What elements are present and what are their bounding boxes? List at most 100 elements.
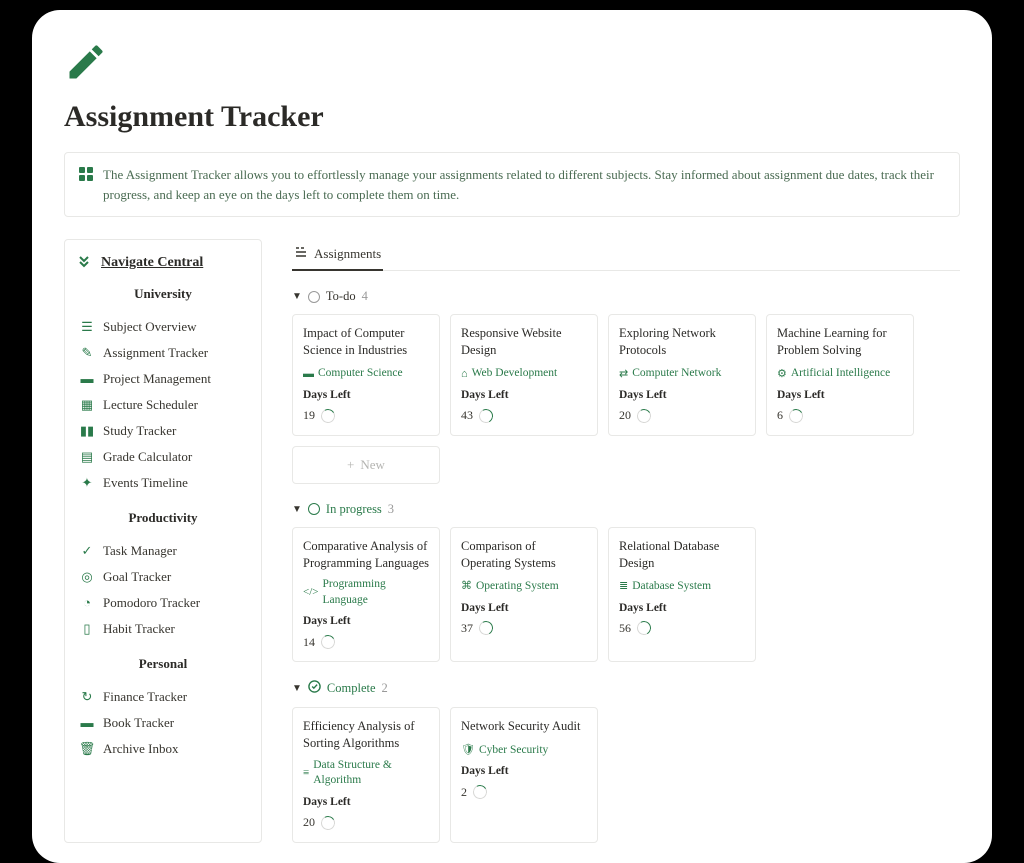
days-left-row: 43 [461,407,587,423]
subject-icon: 🛡 [461,743,475,758]
nav-icon: ✓ [79,543,95,559]
assignment-card[interactable]: Machine Learning for Problem Solving⚙Art… [766,314,914,436]
sidebar-item-assignment-tracker[interactable]: ✎Assignment Tracker [77,340,249,366]
nav-icon: ▬ [79,371,95,387]
card-title: Comparative Analysis of Programming Lang… [303,538,429,572]
nav-label: Archive Inbox [103,741,178,757]
card-title: Comparison of Operating Systems [461,538,587,572]
sidebar-section-title: Personal [77,656,249,672]
group-header-inprogress[interactable]: ▼In progress3 [292,502,960,517]
group-label: Complete [327,681,376,696]
assignment-card[interactable]: Relational Database Design ≣Database Syst… [608,527,756,662]
list-icon [294,245,308,263]
subject-icon: </> [303,585,318,600]
days-left-label: Days Left [461,388,587,404]
sidebar-item-study-tracker[interactable]: ▮▮Study Tracker [77,418,249,444]
subject-tag: </>Programming Language [303,577,429,608]
subject-tag: 🛡Cyber Security [461,743,548,759]
nav-label: Project Management [103,371,211,387]
assignment-card[interactable]: Network Security Audit🛡Cyber SecurityDay… [450,707,598,842]
subject-tag: ≣Database System [619,579,711,595]
days-value: 14 [303,634,315,650]
subject-icon: ▬ [303,367,314,382]
toggle-icon[interactable]: ▼ [292,291,302,302]
sidebar-item-lecture-scheduler[interactable]: ▦Lecture Scheduler [77,392,249,418]
days-value: 6 [777,407,783,423]
assignment-card[interactable]: Exploring Network Protocols⇄Computer Net… [608,314,756,436]
sidebar-item-grade-calculator[interactable]: ▤Grade Calculator [77,444,249,470]
page-container: Assignment Tracker The Assignment Tracke… [32,10,992,863]
days-left-label: Days Left [303,388,429,404]
subject-icon: ≡ [303,766,309,781]
new-card-button[interactable]: +New [292,446,440,484]
group-header-todo[interactable]: ▼To-do4 [292,289,960,304]
sidebar-item-events-timeline[interactable]: ✦Events Timeline [77,470,249,496]
page-title: Assignment Tracker [64,100,960,134]
subject-icon: ⚙ [777,367,787,382]
sidebar-item-project-management[interactable]: ▬ Project Management [77,366,249,392]
nav-label: Grade Calculator [103,449,192,465]
subject-tag: ⚙ Artificial Intelligence [777,366,890,382]
sidebar-item-goal-tracker[interactable]: ◎ Goal Tracker [77,564,249,590]
progress-ring-icon [471,783,488,800]
cards-row: Impact of Computer Science in Industries… [292,314,960,436]
subject-label: Web Development [472,366,558,382]
days-value: 19 [303,407,315,423]
days-value: 43 [461,407,473,423]
sidebar-item-book-tracker[interactable]: ▬Book Tracker [77,710,249,736]
card-title: Relational Database Design [619,538,745,572]
nav-label: Book Tracker [103,715,174,731]
group-header-complete[interactable]: ▼Complete2 [292,680,960,697]
progress-ring-icon [477,407,494,424]
nav-label: Study Tracker [103,423,176,439]
nav-icon: ◎ [79,569,95,585]
cards-row: Efficiency Analysis of Sorting Algorithm… [292,707,960,842]
tab-assignments[interactable]: Assignments [292,239,383,271]
sidebar-item-finance-tracker[interactable]: ↻Finance Tracker [77,684,249,710]
card-title: Impact of Computer Science in Industries [303,325,429,359]
subject-label: Computer Science [318,366,403,382]
sidebar-item-habit-tracker[interactable]: ▯Habit Tracker [77,616,249,642]
assignment-card[interactable]: Responsive Website Design ⌂ Web Developmen… [450,314,598,436]
nav-icon: 🗑 [79,741,95,757]
sidebar-header[interactable]: Navigate Central [77,254,249,272]
sidebar-item-subject-overview[interactable]: ☰Subject Overview [77,314,249,340]
group-count: 3 [388,502,394,517]
progress-ring-icon [319,633,336,650]
status-circle-icon [308,291,320,303]
card-title: Responsive Website Design [461,325,587,359]
days-left-label: Days Left [619,388,745,404]
days-value: 20 [619,407,631,423]
nav-icon: ▯ [79,621,95,637]
subject-icon: ⇄ [619,367,628,382]
days-left-row: 37 [461,620,587,636]
grid-icon [79,167,93,187]
new-label: New [360,457,385,473]
days-value: 37 [461,620,473,636]
days-value: 20 [303,814,315,830]
subject-tag: ▬ Computer Science [303,366,403,382]
assignment-card[interactable]: Comparative Analysis of Programming Lang… [292,527,440,662]
days-left-label: Days Left [303,795,429,811]
nav-icon: ↻ [79,689,95,705]
subject-tag: ⌂ Web Development [461,366,557,382]
check-circle-icon [308,680,321,697]
subject-label: Artificial Intelligence [791,366,890,382]
toggle-icon[interactable]: ▼ [292,683,302,694]
subject-tag: ⌘Operating System [461,579,559,595]
assignment-card[interactable]: Efficiency Analysis of Sorting Algorithm… [292,707,440,842]
subject-icon: ⌂ [461,367,468,382]
toggle-icon[interactable]: ▼ [292,504,302,515]
assignment-card[interactable]: Impact of Computer Science in Industries… [292,314,440,436]
sidebar-item-task-manager[interactable]: ✓Task Manager [77,538,249,564]
days-value: 2 [461,784,467,800]
description-text: The Assignment Tracker allows you to eff… [103,165,945,204]
progress-ring-icon [319,814,336,831]
nav-label: Goal Tracker [103,569,171,585]
nav-icon: ▦ [79,397,95,413]
sidebar-item-archive-inbox[interactable]: 🗑 Archive Inbox [77,736,249,762]
sidebar-item-pomodoro-tracker[interactable]: ◔Pomodoro Tracker [77,590,249,616]
assignment-card[interactable]: Comparison of Operating Systems ⌘Operatin… [450,527,598,662]
chevron-double-down-icon [77,254,91,272]
nav-label: Events Timeline [103,475,188,491]
